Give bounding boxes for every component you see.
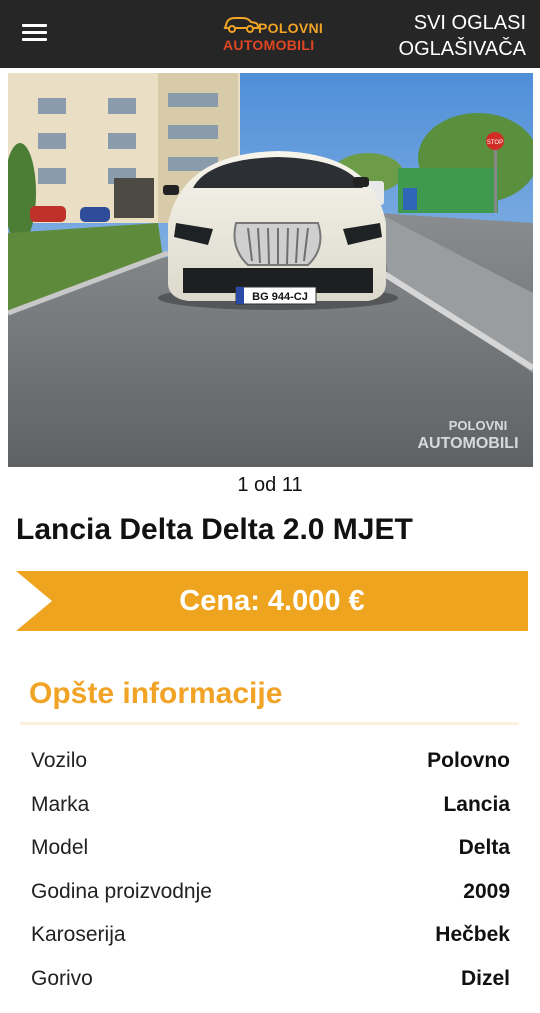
info-row-value: Delta bbox=[458, 836, 510, 859]
section-divider bbox=[20, 722, 519, 725]
info-row: Marka Lancia bbox=[31, 784, 510, 828]
photo-counter: 1 od 11 bbox=[237, 474, 303, 496]
info-row-label: Marka bbox=[31, 792, 90, 816]
ads-link-line-2: OGLAŠIVAČA bbox=[398, 38, 526, 60]
car-photo-image: STOP BG 944-CJ POLOVNI AUTOMOBILI bbox=[8, 73, 533, 467]
info-row: Karoserija Hečbek bbox=[31, 914, 510, 958]
car-logo-icon bbox=[223, 17, 259, 33]
info-row-label: Vozilo bbox=[31, 749, 88, 772]
logo-text-top: POLOVNI bbox=[258, 20, 324, 36]
info-row: Gorivo Dizel bbox=[31, 958, 510, 1002]
top-bar: POLOVNI AUTOMOBILI SVI OGLASI OGLAŠIVAČA bbox=[0, 0, 540, 68]
info-row: Godina proizvodnje 2009 bbox=[31, 871, 510, 915]
all-dealer-ads-link[interactable]: SVI OGLASI OGLAŠIVAČA bbox=[356, 10, 526, 62]
listing-photo[interactable]: STOP BG 944-CJ POLOVNI AUTOMOBILI bbox=[8, 73, 533, 467]
info-row: Model Delta bbox=[31, 827, 510, 871]
price-banner: Cena: 4.000 € bbox=[16, 571, 528, 631]
logo-text-bottom: AUTOMOBILI bbox=[223, 37, 315, 53]
info-row-value: Hečbek bbox=[435, 923, 510, 946]
license-plate-text: BG 944-CJ bbox=[252, 291, 308, 303]
price-text: Cena: 4.000 € bbox=[179, 585, 365, 617]
info-row-label: Karoserija bbox=[31, 923, 126, 946]
ads-link-line-1: SVI OGLASI bbox=[413, 12, 526, 34]
info-table: Vozilo Polovno Marka Lancia Model Delta Godina… bbox=[31, 740, 510, 1001]
site-logo[interactable]: POLOVNI AUTOMOBILI bbox=[220, 11, 324, 57]
info-row-label: Gorivo bbox=[31, 966, 93, 990]
info-row-value: 2009 bbox=[463, 879, 510, 903]
info-row-label: Model bbox=[31, 836, 89, 859]
watermark-line-2: AUTOMOBILI bbox=[417, 435, 518, 452]
stop-sign-text: STOP bbox=[487, 140, 503, 146]
hamburger-menu-icon[interactable] bbox=[22, 22, 48, 44]
info-row-value: Dizel bbox=[460, 966, 510, 990]
listing-title: Lancia Delta Delta 2.0 MJET bbox=[16, 513, 413, 546]
info-row: Vozilo Polovno bbox=[31, 740, 510, 784]
info-row-value: Polovno bbox=[427, 749, 510, 772]
info-row-value: Lancia bbox=[443, 792, 510, 816]
section-title-general-info: Opšte informacije bbox=[29, 677, 283, 710]
info-row-label: Godina proizvodnje bbox=[31, 879, 212, 903]
watermark-line-1: POLOVNI bbox=[449, 418, 508, 433]
